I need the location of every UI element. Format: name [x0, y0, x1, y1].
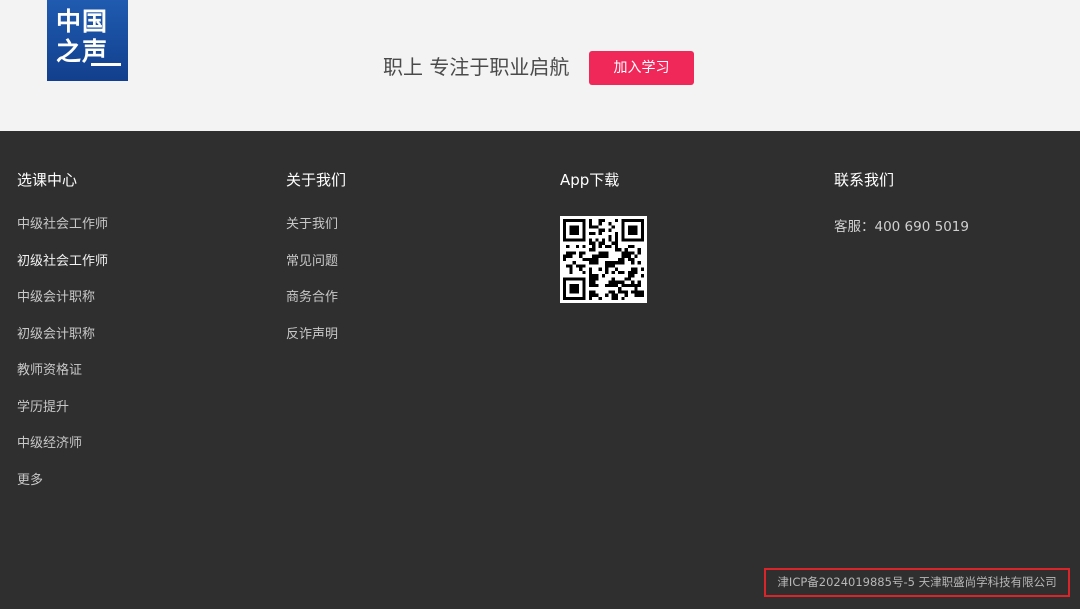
- anti-fraud-link[interactable]: 反诈声明: [286, 327, 338, 342]
- about-link: 反诈声明: [286, 325, 346, 362]
- courses-list: 中级社会工作师 初级社会工作师 中级会计职称 初级会计职称 教师资格证 学历提升…: [17, 215, 108, 507]
- join-study-button[interactable]: 加入学习: [589, 51, 694, 85]
- header-band: 中国 之声 职上 专注于职业启航 加入学习: [0, 0, 1080, 131]
- business-link[interactable]: 商务合作: [286, 290, 338, 305]
- course-link-text[interactable]: 学历提升: [17, 400, 69, 415]
- about-link: 关于我们: [286, 215, 346, 252]
- customer-service-phone: 客服：400 690 5019: [834, 219, 969, 235]
- about-link: 商务合作: [286, 288, 346, 325]
- app-title: App下载: [560, 171, 620, 189]
- qr-code-graphic: [563, 219, 644, 300]
- footer-column-contact: 联系我们 客服：400 690 5019: [834, 169, 969, 237]
- footer-column-courses: 选课中心 中级社会工作师 初级社会工作师 中级会计职称 初级会计职称 教师资格证…: [17, 169, 108, 507]
- course-link: 中级会计职称: [17, 288, 108, 325]
- course-link: 中级社会工作师: [17, 215, 108, 252]
- course-link-text[interactable]: 教师资格证: [17, 363, 82, 378]
- contact-title: 联系我们: [834, 171, 895, 189]
- logo-underline: [91, 63, 121, 66]
- more-courses-link[interactable]: 更多: [17, 473, 43, 488]
- courses-title: 选课中心: [17, 171, 78, 189]
- course-link: 更多: [17, 471, 108, 508]
- course-link-text[interactable]: 中级社会工作师: [17, 217, 108, 232]
- about-us-link[interactable]: 关于我们: [286, 217, 338, 232]
- course-link-text[interactable]: 初级会计职称: [17, 327, 95, 342]
- faq-link[interactable]: 常见问题: [286, 254, 338, 269]
- about-title: 关于我们: [286, 171, 347, 189]
- logo-line-2: 之声: [56, 37, 109, 66]
- course-link: 初级社会工作师: [17, 252, 108, 289]
- about-list: 关于我们 常见问题 商务合作 反诈声明: [286, 215, 346, 361]
- qr-code-icon: [560, 216, 647, 303]
- course-link: 中级经济师: [17, 434, 108, 471]
- brand-tagline: 职上 专注于职业启航: [383, 55, 570, 79]
- footer-column-app: App下载: [560, 169, 647, 303]
- logo-line-1: 中国: [56, 7, 109, 36]
- course-link-text[interactable]: 中级会计职称: [17, 290, 95, 305]
- icp-license[interactable]: 津ICP备2024019885号-5 天津职盛尚学科技有限公司: [764, 568, 1070, 597]
- about-link: 常见问题: [286, 252, 346, 289]
- footer-column-about: 关于我们 关于我们 常见问题 商务合作 反诈声明: [286, 169, 346, 361]
- course-link-text[interactable]: 初级社会工作师: [17, 254, 108, 269]
- course-link: 初级会计职称: [17, 325, 108, 362]
- course-link: 教师资格证: [17, 361, 108, 398]
- course-link: 学历提升: [17, 398, 108, 435]
- course-link-text[interactable]: 中级经济师: [17, 436, 82, 451]
- brand-logo[interactable]: 中国 之声: [47, 0, 128, 81]
